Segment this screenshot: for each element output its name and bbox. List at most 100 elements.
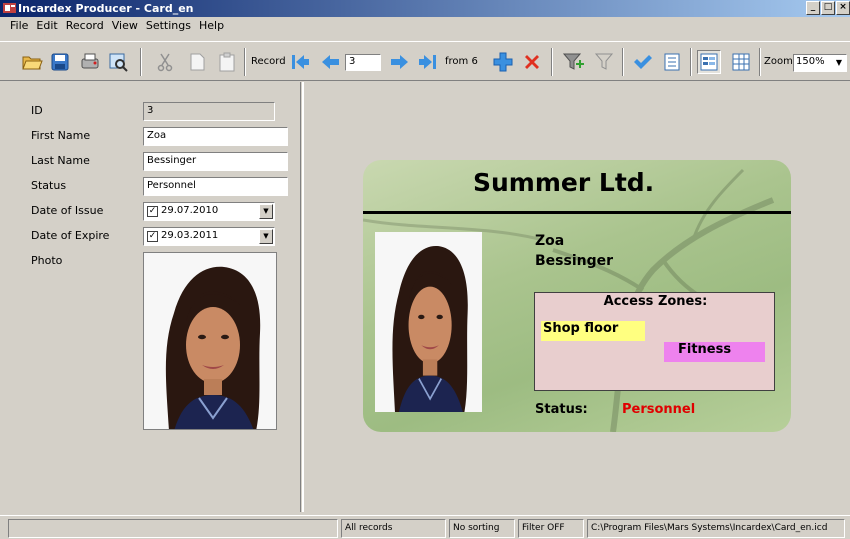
menu-edit[interactable]: Edit <box>32 17 61 35</box>
pane-splitter[interactable] <box>302 82 304 512</box>
status-sorting: No sorting <box>449 519 515 538</box>
issue-date-label: Date of Issue <box>31 204 104 217</box>
last-name-field[interactable]: Bessinger <box>143 152 288 171</box>
print-button[interactable] <box>78 50 102 74</box>
menu-bar: File Edit Record View Settings Help <box>0 17 850 35</box>
right-arrow-icon <box>391 55 408 69</box>
first-name-label: First Name <box>31 129 91 142</box>
validate-button[interactable] <box>630 50 654 74</box>
toolbar-separator <box>551 48 553 76</box>
last-arrow-icon <box>419 55 436 69</box>
id-label: ID <box>31 104 43 117</box>
close-button[interactable]: × <box>836 1 850 15</box>
zoom-value: 150% <box>796 56 825 67</box>
filter-add-icon <box>562 53 584 70</box>
preview-button[interactable] <box>106 50 130 74</box>
floppy-disk-icon <box>51 53 69 71</box>
portrait-photo <box>144 253 276 429</box>
chevron-down-icon: ▼ <box>835 58 843 67</box>
photo-label: Photo <box>31 254 63 267</box>
minimize-button[interactable]: _ <box>806 1 820 15</box>
main-area: ID 3 First Name Zoa Last Name Bessinger … <box>0 82 850 512</box>
title-bar: Incardex Producer - Card_en _ □ × <box>0 0 850 17</box>
clear-filter-button[interactable] <box>592 50 616 74</box>
expire-date-value: 29.03.2011 <box>161 230 219 241</box>
list-button[interactable] <box>660 50 684 74</box>
status-records: All records <box>341 519 446 538</box>
card-printer-icon <box>81 53 99 69</box>
first-record-button[interactable] <box>288 50 312 74</box>
paste-icon <box>219 52 235 72</box>
card-last-name: Bessinger <box>535 253 614 269</box>
zoom-label: Zoom <box>764 56 793 67</box>
id-field[interactable]: 3 <box>143 102 275 121</box>
access-zones-box: Access Zones: Shop floor Fitness <box>534 292 775 391</box>
chevron-down-icon[interactable]: ▼ <box>259 204 273 219</box>
menu-record[interactable]: Record <box>62 17 108 35</box>
open-button[interactable] <box>20 50 44 74</box>
zone-shop-floor: Shop floor <box>541 321 645 341</box>
previous-record-button[interactable] <box>318 50 342 74</box>
filter-button[interactable] <box>561 50 585 74</box>
status-field[interactable]: Personnel <box>143 177 288 196</box>
delete-x-icon <box>525 55 539 69</box>
window-title: Incardex Producer - Card_en <box>18 2 194 15</box>
photo-field[interactable] <box>143 252 277 430</box>
left-arrow-icon <box>322 55 339 69</box>
form-view-icon <box>700 53 718 71</box>
menu-settings[interactable]: Settings <box>142 17 195 35</box>
chevron-down-icon[interactable]: ▼ <box>259 229 273 244</box>
toolbar-separator <box>690 48 692 76</box>
card-portrait <box>375 232 482 412</box>
checkmark-icon <box>634 55 652 69</box>
toolbar-separator <box>622 48 624 76</box>
form-view-button[interactable] <box>697 50 721 74</box>
record-label: Record <box>251 56 286 67</box>
folder-open-icon <box>22 56 43 70</box>
record-number-input[interactable]: 3 <box>345 54 381 71</box>
cut-button[interactable] <box>153 50 177 74</box>
card-photo <box>375 232 482 412</box>
status-bar: All records No sorting Filter OFF C:\Pro… <box>0 515 850 539</box>
status-label: Status <box>31 179 67 192</box>
table-view-icon <box>732 53 750 71</box>
card-first-name: Zoa <box>535 233 565 249</box>
status-pane-main <box>8 519 338 538</box>
status-filter: Filter OFF <box>518 519 584 538</box>
issue-date-picker[interactable]: ✓ 29.07.2010 ▼ <box>143 202 275 221</box>
card-company-name: Summer Ltd. <box>473 168 655 197</box>
toolbar-separator <box>140 48 142 76</box>
checklist-icon <box>664 53 680 71</box>
last-name-label: Last Name <box>31 154 90 167</box>
issue-date-value: 29.07.2010 <box>161 205 219 216</box>
expire-date-picker[interactable]: ✓ 29.03.2011 ▼ <box>143 227 275 246</box>
last-record-button[interactable] <box>416 50 440 74</box>
access-zones-title: Access Zones: <box>603 294 708 309</box>
expire-date-checkbox[interactable]: ✓ <box>147 231 158 242</box>
issue-date-checkbox[interactable]: ✓ <box>147 206 158 217</box>
scissors-icon <box>157 53 173 72</box>
delete-record-button[interactable] <box>520 50 544 74</box>
toolbar: Record 3 from 6 Zoom 150% ▼ <box>0 41 850 81</box>
table-view-button[interactable] <box>729 50 753 74</box>
preview-icon <box>109 53 128 72</box>
paste-button[interactable] <box>215 50 239 74</box>
expire-date-label: Date of Expire <box>31 229 110 242</box>
toolbar-separator <box>244 48 246 76</box>
first-arrow-icon <box>292 55 309 69</box>
save-button[interactable] <box>48 50 72 74</box>
menu-view[interactable]: View <box>108 17 142 35</box>
copy-icon <box>190 53 205 71</box>
copy-button[interactable] <box>185 50 209 74</box>
plus-icon <box>493 52 513 72</box>
add-record-button[interactable] <box>491 50 515 74</box>
zoom-select[interactable]: 150% ▼ <box>793 54 847 72</box>
first-name-field[interactable]: Zoa <box>143 127 288 146</box>
menu-file[interactable]: File <box>6 17 32 35</box>
zone-fitness: Fitness <box>664 342 765 362</box>
next-record-button[interactable] <box>388 50 412 74</box>
toolbar-separator <box>759 48 761 76</box>
menu-help[interactable]: Help <box>195 17 228 35</box>
card-divider <box>363 211 791 214</box>
maximize-button[interactable]: □ <box>821 1 835 15</box>
